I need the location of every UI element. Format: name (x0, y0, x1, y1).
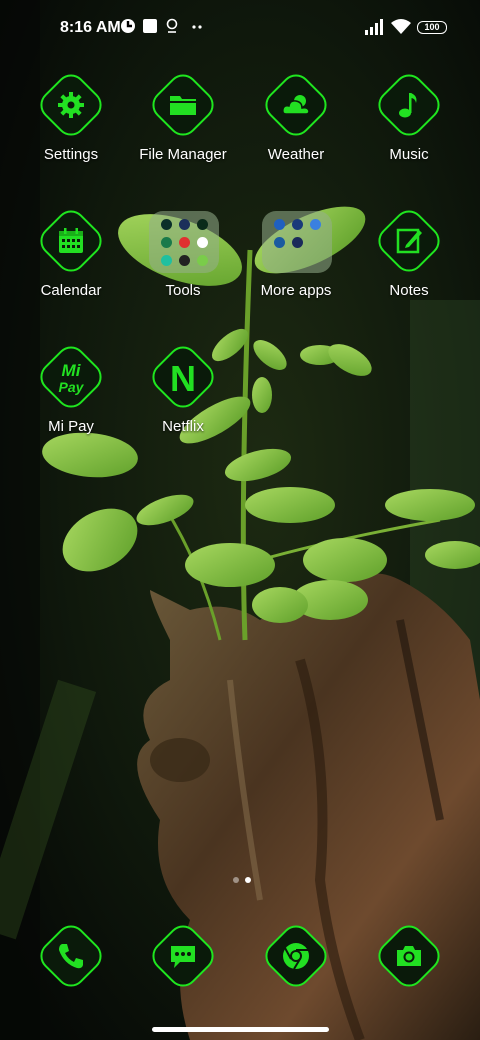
location-icon (166, 18, 178, 33)
camera-icon (397, 946, 421, 966)
mi-pay-logo-top: Mi (62, 361, 82, 380)
home-gesture-bar[interactable] (152, 1027, 329, 1032)
app-mini-icon (161, 255, 172, 266)
cloud-sun-icon (282, 95, 310, 115)
folder-tools[interactable]: Tools (128, 205, 238, 320)
app-mini-icon (292, 219, 303, 230)
folder-tile[interactable] (262, 211, 332, 273)
folder-more-apps[interactable]: More apps (241, 205, 351, 320)
app-label: Notes (389, 282, 429, 299)
netflix-tile[interactable]: N (147, 341, 219, 413)
app-label: Music (389, 146, 429, 163)
app-settings[interactable]: Settings (16, 69, 126, 184)
calendar-icon (59, 228, 83, 253)
app-netflix[interactable]: N Netflix (128, 341, 238, 456)
app-label: Calendar (40, 282, 102, 299)
notes-tile[interactable] (373, 205, 445, 277)
app-calendar[interactable]: Calendar (16, 205, 126, 320)
square-notification-icon (143, 19, 157, 33)
messages-tile[interactable] (147, 920, 219, 992)
app-mini-icon (274, 219, 285, 230)
app-mini-icon (197, 219, 208, 230)
app-label: Netflix (162, 418, 204, 435)
phone-icon (59, 944, 83, 969)
chrome-tile[interactable] (260, 920, 332, 992)
app-mini-icon (161, 237, 172, 248)
app-mini-icon (161, 219, 172, 230)
app-mini-icon (274, 237, 285, 248)
file-manager-tile[interactable] (147, 69, 219, 141)
app-label: Weather (267, 146, 325, 163)
app-label: Mi Pay (48, 418, 94, 435)
music-note-icon (399, 93, 417, 118)
weather-tile[interactable] (260, 69, 332, 141)
music-tile[interactable] (373, 69, 445, 141)
app-label: File Manager (139, 146, 227, 163)
messages-icon (171, 946, 195, 968)
netflix-logo-letter: N (170, 358, 196, 397)
folder-icon (170, 96, 196, 115)
app-mi-pay[interactable]: Mi Pay Mi Pay (16, 341, 126, 456)
app-mini-icon (197, 237, 208, 248)
mi-pay-logo-bottom: Pay (59, 379, 85, 395)
folder-label: More apps (260, 282, 332, 299)
folder-label: Tools (165, 282, 201, 299)
app-weather[interactable]: Weather (241, 69, 351, 184)
app-label: Settings (43, 146, 99, 163)
app-mini-icon (197, 255, 208, 266)
more-dots-icon (192, 25, 202, 29)
netflix-logo-icon: N (170, 358, 196, 397)
gear-icon (58, 92, 84, 118)
mi-pay-tile[interactable]: Mi Pay (35, 341, 107, 413)
notes-pencil-icon (396, 228, 422, 254)
chrome-icon (283, 943, 309, 970)
status-bar: 8:16 AM 100 (0, 0, 480, 56)
settings-tile[interactable] (35, 69, 107, 141)
app-file-manager[interactable]: File Manager (128, 69, 238, 184)
clock: 8:16 AM (60, 19, 121, 36)
page-indicator (0, 877, 480, 887)
dock-chrome[interactable] (241, 920, 351, 1000)
camera-tile[interactable] (373, 920, 445, 992)
app-notification-icon (121, 19, 135, 33)
signal-icon (365, 19, 383, 35)
page-dot[interactable] (233, 877, 239, 883)
dock-camera[interactable] (354, 920, 464, 1000)
page-dot-active[interactable] (245, 877, 251, 883)
app-notes[interactable]: Notes (354, 205, 464, 320)
dock-messages[interactable] (128, 920, 238, 1000)
app-mini-icon (179, 255, 190, 266)
app-mini-icon (179, 219, 190, 230)
mi-pay-logo-icon: Mi Pay (59, 361, 85, 395)
folder-tile[interactable] (149, 211, 219, 273)
calendar-tile[interactable] (35, 205, 107, 277)
wifi-icon (391, 19, 411, 34)
dock-phone[interactable] (16, 920, 126, 1000)
app-music[interactable]: Music (354, 69, 464, 184)
app-mini-icon (292, 237, 303, 248)
app-mini-icon (310, 219, 321, 230)
battery-icon: 100 (417, 21, 447, 34)
app-mini-icon (179, 237, 190, 248)
phone-tile[interactable] (35, 920, 107, 992)
